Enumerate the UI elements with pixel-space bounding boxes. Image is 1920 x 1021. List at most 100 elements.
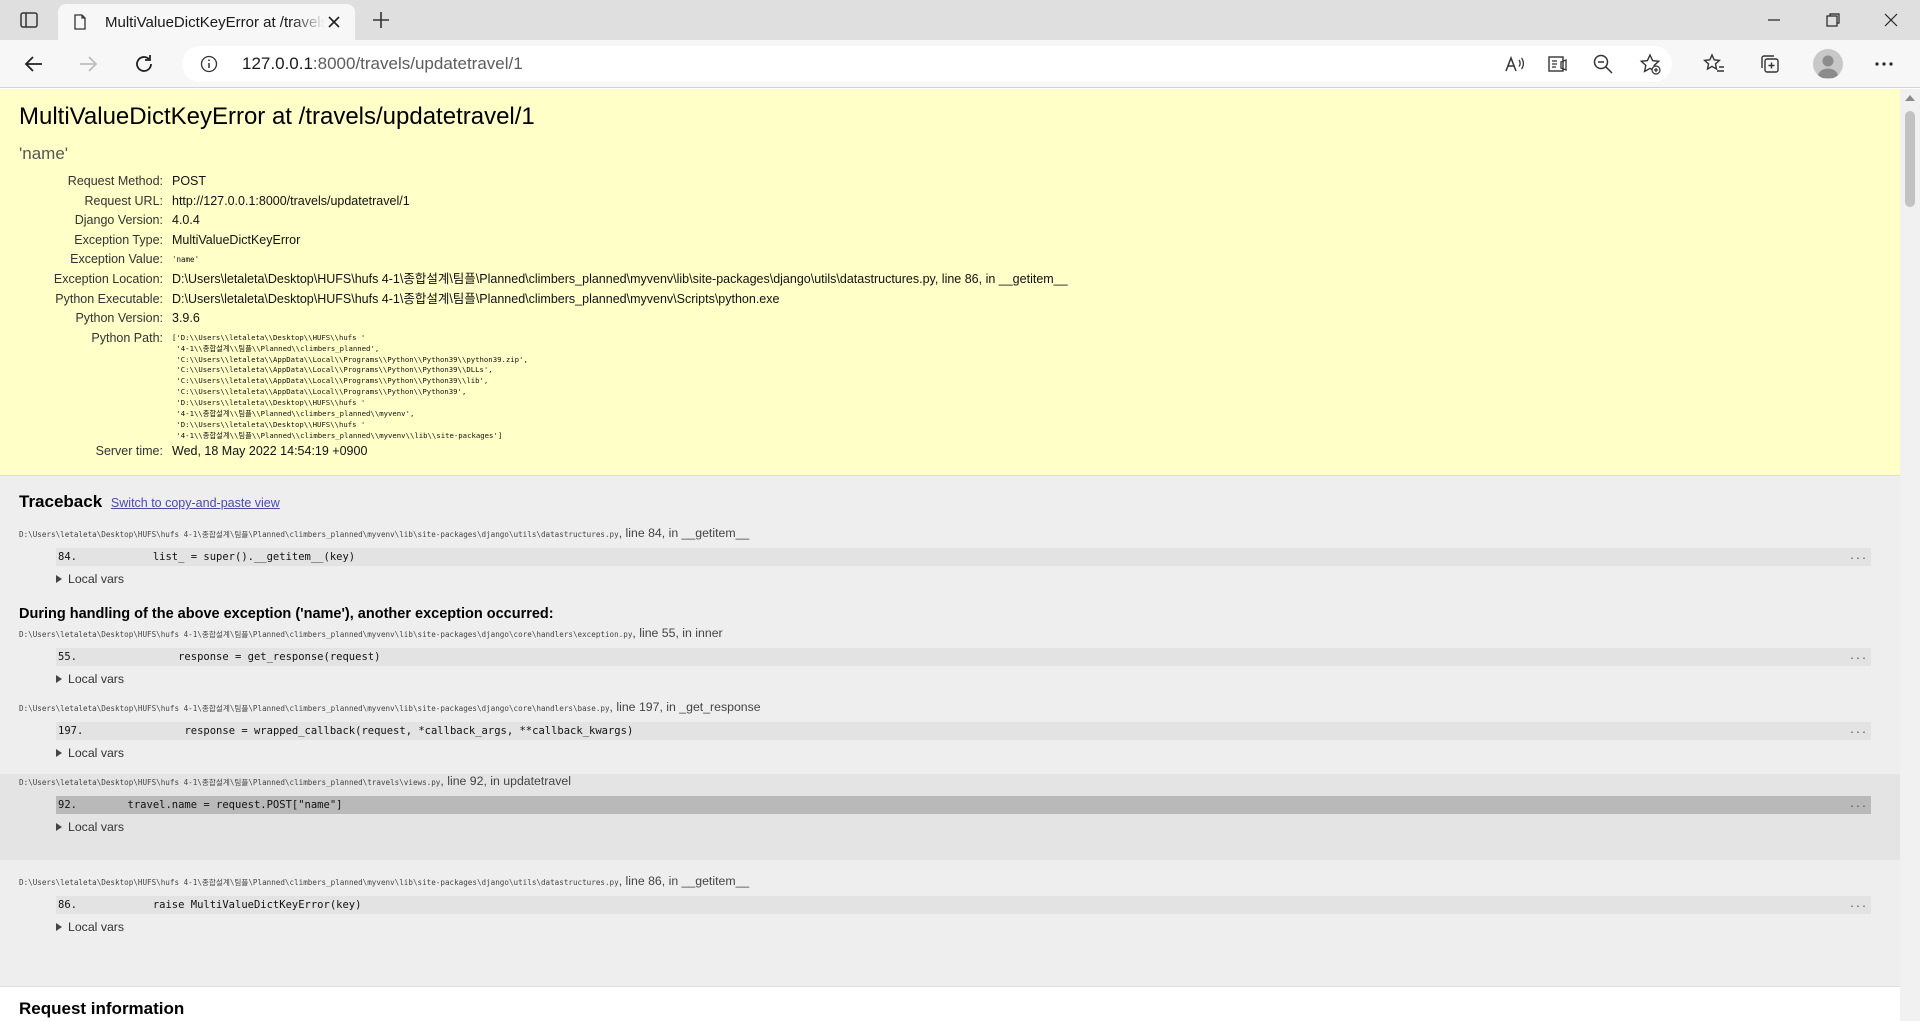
profile-icon[interactable] [1813, 49, 1843, 79]
close-icon[interactable] [326, 14, 342, 30]
favorites-icon[interactable] [1702, 52, 1726, 76]
meta-value: Wed, 18 May 2022 14:54:19 +0900 [172, 443, 368, 458]
meta-value: 'name' [172, 255, 200, 265]
meta-value: D:\Users\letaleta\Desktop\HUFS\hufs 4-1\… [172, 291, 780, 306]
meta-row: Exception Location: D:\Users\letaleta\Des… [19, 270, 1068, 290]
traceback-frame: D:\Users\letaleta\Desktop\HUFS\hufs 4-1\… [19, 626, 1881, 686]
expand-context-button[interactable]: ... [1849, 896, 1867, 914]
traceback-frames: D:\Users\letaleta\Desktop\HUFS\hufs 4-1\… [0, 526, 1900, 934]
request-information-heading: Request information [19, 999, 185, 1018]
page-title: MultiValueDictKeyError at /travels/updat… [19, 103, 535, 130]
active-tab[interactable]: MultiValueDictKeyError at /travels/updat… [58, 4, 355, 40]
frame-file-path: D:\Users\letaleta\Desktop\HUFS\hufs 4-1\… [19, 878, 619, 887]
expand-context-button[interactable]: ... [1849, 648, 1867, 666]
local-vars-toggle[interactable]: Local vars [56, 746, 1881, 760]
error-summary: MultiValueDictKeyError at /travels/updat… [0, 89, 1900, 476]
frame-filename: D:\Users\letaleta\Desktop\HUFS\hufs 4-1\… [19, 774, 1881, 788]
read-aloud-icon[interactable] [1502, 52, 1526, 76]
frame-file-path: D:\Users\letaleta\Desktop\HUFS\hufs 4-1\… [19, 630, 633, 639]
meta-label: Python Path: [91, 330, 163, 345]
frame-code: travel.name = request.POST["name"] [76, 799, 343, 811]
meta-label: Server time: [95, 443, 163, 458]
add-favorite-icon[interactable] [1638, 52, 1662, 76]
disclosure-triangle-icon [56, 575, 62, 583]
frame-filename: D:\Users\letaleta\Desktop\HUFS\hufs 4-1\… [19, 700, 1881, 714]
frame-context-line[interactable]: 84. list_ = super().__getitem__(key)... [56, 548, 1871, 566]
meta-row: Exception Type: MultiValueDictKeyError [19, 231, 1068, 251]
meta-row: Server time: Wed, 18 May 2022 14:54:19 +0… [19, 442, 1068, 462]
frame-location: , line 92, in updatetravel [440, 774, 571, 788]
meta-row: Python Path: ['D:\\Users\\letaleta\\Deskt… [19, 329, 1068, 442]
forward-icon[interactable] [76, 52, 100, 76]
url-host: 127.0.0.1 [242, 54, 313, 73]
frame-location: , line 86, in __getitem__ [618, 874, 750, 888]
traceback-section: Traceback Switch to copy-and-paste view … [0, 476, 1900, 987]
local-vars-toggle[interactable]: Local vars [56, 672, 1881, 686]
info-icon[interactable] [200, 55, 218, 73]
switch-to-copy-paste-link[interactable]: Switch to copy-and-paste view [111, 496, 280, 510]
meta-value: 4.0.4 [172, 213, 200, 228]
meta-label: Request URL: [84, 193, 163, 208]
url-path: :8000/travels/updatetravel/1 [312, 54, 523, 73]
meta-label: Django Version: [74, 213, 163, 228]
request-information-section: Request information [0, 987, 1900, 1021]
local-vars-toggle[interactable]: Local vars [56, 920, 1881, 934]
exception-value-heading: 'name' [19, 144, 69, 163]
traceback-heading: Traceback Switch to copy-and-paste view [19, 492, 1881, 512]
local-vars-toggle[interactable]: Local vars [56, 572, 1881, 586]
frame-file-path: D:\Users\letaleta\Desktop\HUFS\hufs 4-1\… [19, 530, 619, 539]
back-icon[interactable] [22, 52, 46, 76]
window-close-icon[interactable] [1880, 9, 1902, 31]
frame-location: , line 84, in __getitem__ [618, 526, 750, 540]
page-content: MultiValueDictKeyError at /travels/updat… [0, 89, 1900, 1021]
expand-context-button[interactable]: ... [1849, 548, 1867, 566]
meta-label: Python Executable: [55, 291, 163, 306]
tab-actions-icon[interactable] [18, 9, 40, 31]
vertical-scrollbar[interactable] [1900, 89, 1920, 1021]
plus-icon[interactable] [370, 9, 392, 31]
during-handling-message: During handling of the above exception (… [19, 606, 554, 622]
meta-value: POST [172, 174, 207, 188]
local-vars-toggle[interactable]: Local vars [56, 820, 1881, 834]
frame-context-line[interactable]: 197. response = wrapped_callback(request… [56, 722, 1871, 740]
frame-context-line[interactable]: 86. raise MultiValueDictKeyError(key)... [56, 896, 1871, 914]
collections-icon[interactable] [1758, 52, 1782, 76]
meta-value: 3.9.6 [172, 311, 200, 326]
immersive-reader-icon[interactable] [1546, 52, 1570, 76]
refresh-icon[interactable] [132, 52, 156, 76]
frame-code: response = get_response(request) [76, 651, 381, 663]
minimize-icon[interactable] [1763, 9, 1785, 31]
local-vars-label: Local vars [68, 920, 125, 934]
meta-row: Python Executable: D:\Users\letaleta\Desk… [19, 290, 1068, 310]
tab-strip: MultiValueDictKeyError at /travels/updat… [0, 0, 1920, 40]
frame-filename: D:\Users\letaleta\Desktop\HUFS\hufs 4-1\… [19, 526, 1881, 540]
request-meta-table: Request Method: POST Request URL: http://12… [19, 172, 1068, 461]
scroll-up-arrow-icon[interactable] [1905, 95, 1915, 101]
meta-row: Request URL: http://127.0.0.1:8000/travel… [19, 192, 1068, 212]
expand-context-button[interactable]: ... [1849, 722, 1867, 740]
meta-row: Exception Value: 'name' [19, 250, 1068, 270]
more-icon[interactable] [1872, 52, 1896, 76]
expand-context-button[interactable]: ... [1849, 796, 1867, 814]
frame-line-number: 55. [58, 651, 77, 663]
scrollbar-thumb[interactable] [1905, 111, 1915, 207]
meta-label: Exception Location: [53, 271, 163, 286]
frame-filename: D:\Users\letaleta\Desktop\HUFS\hufs 4-1\… [19, 874, 1881, 888]
meta-row: Django Version: 4.0.4 [19, 211, 1068, 231]
frame-context-line[interactable]: 92. travel.name = request.POST["name"]..… [56, 796, 1871, 814]
meta-value: http://127.0.0.1:8000/travels/updatetrav… [172, 193, 410, 208]
address-bar[interactable]: 127.0.0.1:8000/travels/updatetravel/1 [182, 46, 1672, 82]
zoom-out-icon[interactable] [1591, 52, 1615, 76]
frame-filename: D:\Users\letaleta\Desktop\HUFS\hufs 4-1\… [19, 626, 1881, 640]
meta-value: ['D:\\Users\\letaleta\\Desktop\\HUFS\\hu… [172, 332, 528, 440]
url-text[interactable]: 127.0.0.1:8000/travels/updatetravel/1 [242, 54, 523, 74]
frame-file-path: D:\Users\letaleta\Desktop\HUFS\hufs 4-1\… [19, 778, 441, 787]
disclosure-triangle-icon [56, 749, 62, 757]
frame-line-number: 197. [58, 725, 84, 737]
disclosure-triangle-icon [56, 923, 62, 931]
frame-context-line[interactable]: 55. response = get_response(request)... [56, 648, 1871, 666]
maximize-icon[interactable] [1822, 9, 1844, 31]
meta-value: D:\Users\letaleta\Desktop\HUFS\hufs 4-1\… [172, 271, 1068, 286]
local-vars-label: Local vars [68, 572, 125, 586]
meta-label: Exception Value: [70, 252, 163, 267]
